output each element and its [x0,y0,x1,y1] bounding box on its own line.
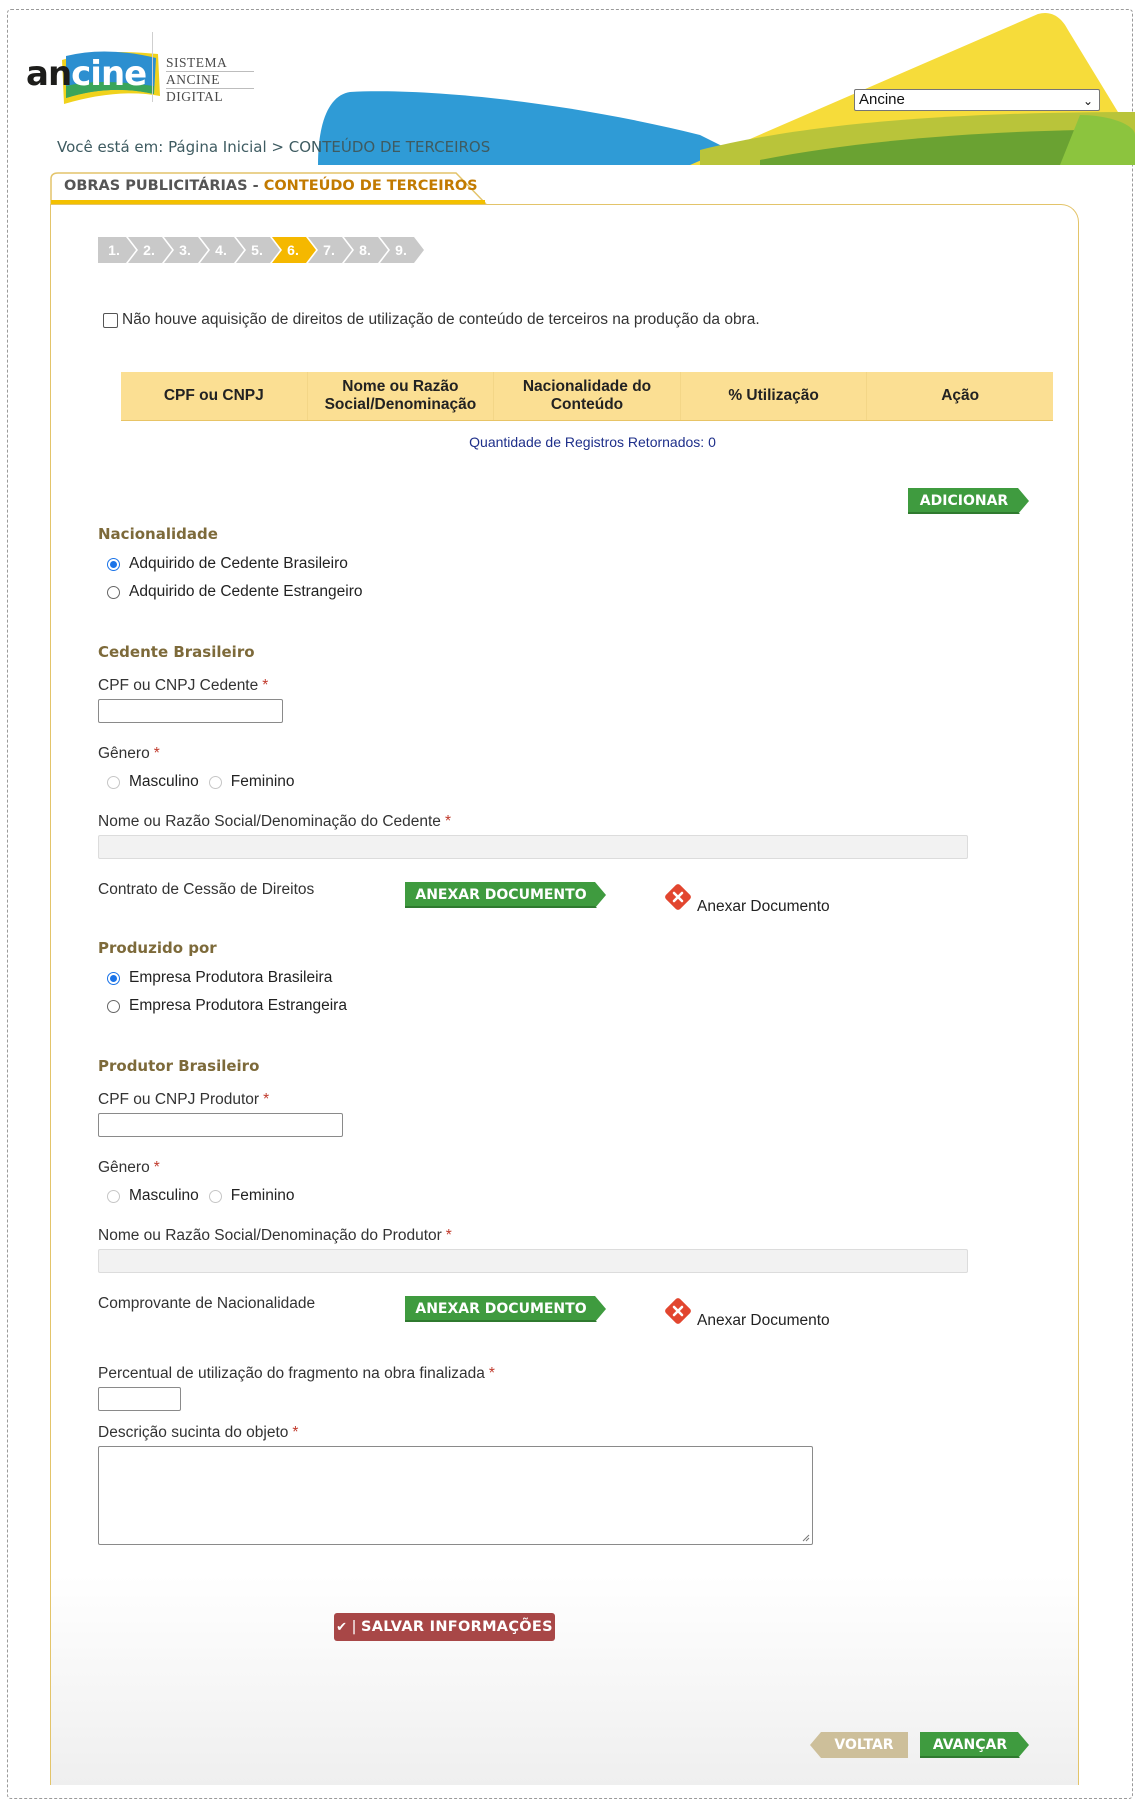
nationality-title: Nacionalidade [98,525,218,543]
produtor-cpf-input[interactable] [98,1113,343,1137]
system-name-line: SISTEMA [166,55,254,72]
system-name: SISTEMA ANCINE DIGITAL [166,55,254,105]
radio-button-masculino[interactable] [107,1189,120,1203]
attach-proof-button-label: ANEXAR DOCUMENTO [415,1301,587,1317]
nationality-option-brasileiro[interactable]: Adquirido de Cedente Brasileiro [107,555,348,573]
attach-contract-button-label: ANEXAR DOCUMENTO [415,887,587,903]
nationality-option-estrangeiro[interactable]: Adquirido de Cedente Estrangeiro [107,583,363,601]
add-button[interactable]: ADICIONAR [908,488,1030,514]
required-marker: * [153,745,160,762]
produtor-nome-input [98,1249,968,1273]
produtor-section-title: Produtor Brasileiro [98,1057,260,1075]
column-header-nome: Nome ou Razão Social/Denominação [308,372,495,420]
cedente-section-title: Cedente Brasileiro [98,643,255,661]
no-rights-checkbox[interactable] [103,312,118,328]
back-button-label: VOLTAR [834,1737,894,1753]
breadcrumb: Você está em: Página Inicial > CONTEÚDO … [57,138,491,156]
records-count: Quantidade de Registros Retornados: 0 [469,434,716,450]
comprovante-label: Comprovante de Nacionalidade [98,1295,316,1312]
next-button-label: AVANÇAR [932,1737,1008,1753]
cedente-cpf-input[interactable] [98,699,283,723]
radio-button-checked[interactable] [107,971,120,985]
column-header-acao: Ação [941,387,980,404]
system-name-line: ANCINE [166,72,254,89]
radio-button[interactable] [107,999,120,1013]
ancine-logo[interactable]: ancine [26,44,160,104]
nationality-option-label: Adquirido de Cedente Brasileiro [129,555,348,572]
no-rights-option[interactable]: Não houve aquisição de direitos de utili… [103,311,760,329]
required-marker: * [445,1227,452,1244]
error-x-icon [665,884,691,910]
descricao-label: Descrição sucinta do objeto * [98,1424,299,1441]
section-title-prefix: OBRAS PUBLICITÁRIAS - [64,178,264,194]
percentual-label: Percentual de utilização do fragmento na… [98,1365,495,1382]
radio-button[interactable] [107,585,120,599]
produtor-genero-label: Gênero * [98,1159,160,1176]
save-button-label: SALVAR INFORMAÇÕES [360,1619,553,1635]
produtor-nome-label: Nome ou Razão Social/Denominação do Prod… [98,1227,452,1244]
radio-button-feminino[interactable] [208,1189,222,1203]
next-button[interactable]: AVANÇAR [920,1732,1030,1758]
produtor-cpf-label: CPF ou CNPJ Produtor * [98,1091,270,1108]
step-9[interactable]: 9. [380,237,426,263]
logo-text-an: an [26,54,72,94]
radio-button-checked[interactable] [107,557,120,571]
organization-select[interactable]: Ancine ⌄ [854,89,1100,111]
column-header-nacionalidade: Nacionalidade do Conteúdo [494,372,681,420]
chevron-down-icon: ⌄ [1082,94,1093,108]
back-button[interactable]: VOLTAR [810,1732,908,1758]
produzido-option-brasileira[interactable]: Empresa Produtora Brasileira [107,969,332,987]
contract-attach-status: Anexar Documento [663,882,830,915]
contrato-label: Contrato de Cessão de Direitos [98,881,315,898]
produzido-option-label: Empresa Produtora Estrangeira [129,997,347,1014]
produzido-por-title: Produzido por [98,939,217,957]
cedente-nome-input [98,835,968,859]
error-x-icon [665,1298,691,1324]
percentual-input[interactable] [98,1387,181,1411]
check-icon: ✔ [336,1620,348,1635]
column-header-utilizacao: % Utilização [681,372,868,420]
genero-option-label: Feminino [230,773,295,790]
logo-divider [152,32,153,102]
required-marker: * [444,813,451,830]
radio-button-feminino[interactable] [208,775,222,789]
proof-attach-status-text: Anexar Documento [697,1312,830,1329]
column-header-cpf-cnpj: CPF ou CNPJ [121,372,308,420]
required-marker: * [262,677,269,694]
produzido-option-label: Empresa Produtora Brasileira [129,969,333,986]
organization-select-value: Ancine [859,91,905,108]
produzido-option-estrangeira[interactable]: Empresa Produtora Estrangeira [107,997,347,1015]
required-marker: * [292,1424,299,1441]
required-marker: * [488,1365,495,1382]
contract-attach-status-text: Anexar Documento [697,898,830,915]
site-header: ancine SISTEMA ANCINE DIGITAL Ancine ⌄ V… [0,0,1135,165]
cedente-cpf-label: CPF ou CNPJ Cedente * [98,677,269,694]
add-button-label: ADICIONAR [919,493,1009,509]
save-button[interactable]: ✔ | SALVAR INFORMAÇÕES [334,1613,555,1641]
proof-attach-status: Anexar Documento [663,1296,830,1329]
radio-button-masculino[interactable] [107,775,120,789]
section-title-highlight: CONTEÚDO DE TERCEIROS [263,178,478,194]
nationality-option-label: Adquirido de Cedente Estrangeiro [129,583,363,600]
cedente-genero-label: Gênero * [98,745,160,762]
genero-option-label: Masculino [129,1187,199,1204]
attach-proof-button[interactable]: ANEXAR DOCUMENTO [405,1296,607,1322]
third-party-content-table-header: CPF ou CNPJ Nome ou Razão Social/Denomin… [121,372,1053,421]
resize-handle-icon[interactable] [802,1534,810,1542]
cedente-genero-options: Masculino Feminino [107,773,295,791]
produtor-genero-options: Masculino Feminino [107,1187,295,1205]
required-marker: * [263,1091,270,1108]
logo-text-cine: cine [71,54,147,94]
attach-contract-button[interactable]: ANEXAR DOCUMENTO [405,882,607,908]
genero-option-label: Masculino [129,773,199,790]
cedente-nome-label: Nome ou Razão Social/Denominação do Cede… [98,813,451,830]
genero-option-label: Feminino [230,1187,295,1204]
system-name-line: DIGITAL [166,89,224,104]
required-marker: * [153,1159,160,1176]
no-rights-label: Não houve aquisição de direitos de utili… [122,311,760,328]
descricao-textarea[interactable] [98,1446,813,1545]
